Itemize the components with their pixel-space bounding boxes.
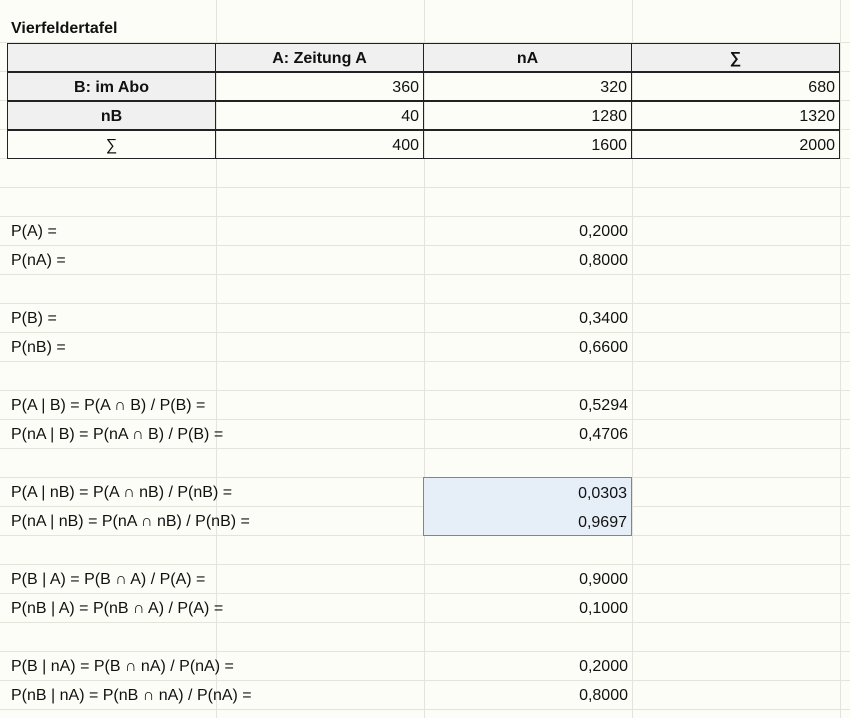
table-row: nB 40 1280 1320 <box>0 101 850 130</box>
sheet-row <box>0 275 850 304</box>
probability-value[interactable]: 0,3400 <box>424 304 632 333</box>
table-cell[interactable]: 40 <box>215 101 424 130</box>
table-row-label[interactable]: B: im Abo <box>7 72 216 101</box>
probability-row: P(A) = 0,2000 <box>0 217 850 246</box>
table-header-cell[interactable] <box>7 43 216 72</box>
table-cell[interactable]: 400 <box>215 130 424 159</box>
probability-value[interactable]: 0,4706 <box>424 420 632 449</box>
probability-row: P(nA) = 0,8000 <box>0 246 850 275</box>
probability-value[interactable]: 0,2000 <box>424 217 632 246</box>
probability-value[interactable]: 0,9000 <box>424 565 632 594</box>
table-header-cell[interactable]: nA <box>423 43 632 72</box>
probability-value[interactable]: 0,1000 <box>424 594 632 623</box>
probability-value[interactable]: 0,8000 <box>424 246 632 275</box>
probability-value[interactable]: 0,0303 <box>424 479 631 508</box>
probability-label[interactable]: P(nB | A) = P(nB ∩ A) / P(A) = <box>7 594 407 623</box>
sheet-row <box>0 536 850 565</box>
table-cell[interactable]: 360 <box>215 72 424 101</box>
probability-row: P(nB | A) = P(nB ∩ A) / P(A) = 0,1000 <box>0 594 850 623</box>
probability-label[interactable]: P(nA | B) = P(nA ∩ B) / P(B) = <box>7 420 407 449</box>
sheet-title[interactable]: Vierfeldertafel <box>7 14 307 43</box>
table-cell[interactable]: 320 <box>423 72 632 101</box>
probability-label[interactable]: P(nA) = <box>7 246 407 275</box>
table-row: ∑ 400 1600 2000 <box>0 130 850 159</box>
table-row: B: im Abo 360 320 680 <box>0 72 850 101</box>
sheet-row <box>0 449 850 478</box>
table-row-label[interactable]: nB <box>7 101 216 130</box>
table-cell[interactable]: 2000 <box>631 130 840 159</box>
probability-value[interactable]: 0,5294 <box>424 391 632 420</box>
sheet-row: Vierfeldertafel <box>0 14 850 43</box>
selected-range[interactable]: 0,0303 0,9697 <box>423 477 632 536</box>
probability-label[interactable]: P(nA | nB) = P(nA ∩ nB) / P(nB) = <box>7 507 407 536</box>
probability-row: P(B | nA) = P(B ∩ nA) / P(nA) = 0,2000 <box>0 652 850 681</box>
probability-label[interactable]: P(nB | nA) = P(nB ∩ nA) / P(nA) = <box>7 681 407 710</box>
sheet-row <box>0 188 850 217</box>
probability-label[interactable]: P(A | B) = P(A ∩ B) / P(B) = <box>7 391 407 420</box>
probability-label[interactable]: P(B) = <box>7 304 407 333</box>
sheet-row <box>0 159 850 188</box>
table-cell[interactable]: 1600 <box>423 130 632 159</box>
spreadsheet-grid: Vierfeldertafel A: Zeitung A nA ∑ B: im … <box>0 0 850 718</box>
table-header-cell[interactable]: A: Zeitung A <box>215 43 424 72</box>
probability-row: P(nB) = 0,6600 <box>0 333 850 362</box>
table-header-cell[interactable]: ∑ <box>631 43 840 72</box>
probability-label[interactable]: P(nB) = <box>7 333 407 362</box>
probability-row: P(nB | nA) = P(nB ∩ nA) / P(nA) = 0,8000 <box>0 681 850 710</box>
probability-value[interactable]: 0,2000 <box>424 652 632 681</box>
sheet-row <box>0 362 850 391</box>
probability-label[interactable]: P(B | nA) = P(B ∩ nA) / P(nA) = <box>7 652 407 681</box>
table-header-row: A: Zeitung A nA ∑ <box>0 43 850 72</box>
probability-value[interactable]: 0,6600 <box>424 333 632 362</box>
table-cell[interactable]: 680 <box>631 72 840 101</box>
probability-value[interactable]: 0,9697 <box>424 508 631 537</box>
probability-label[interactable]: P(A) = <box>7 217 407 246</box>
table-row-label[interactable]: ∑ <box>7 130 216 159</box>
probability-row: P(B | A) = P(B ∩ A) / P(A) = 0,9000 <box>0 565 850 594</box>
probability-value[interactable]: 0,8000 <box>424 681 632 710</box>
probability-row: P(B) = 0,3400 <box>0 304 850 333</box>
probability-label[interactable]: P(B | A) = P(B ∩ A) / P(A) = <box>7 565 407 594</box>
probability-row: P(nA | B) = P(nA ∩ B) / P(B) = 0,4706 <box>0 420 850 449</box>
table-cell[interactable]: 1280 <box>423 101 632 130</box>
table-cell[interactable]: 1320 <box>631 101 840 130</box>
probability-label[interactable]: P(A | nB) = P(A ∩ nB) / P(nB) = <box>7 478 407 507</box>
probability-row: P(A | B) = P(A ∩ B) / P(B) = 0,5294 <box>0 391 850 420</box>
sheet-row <box>0 623 850 652</box>
